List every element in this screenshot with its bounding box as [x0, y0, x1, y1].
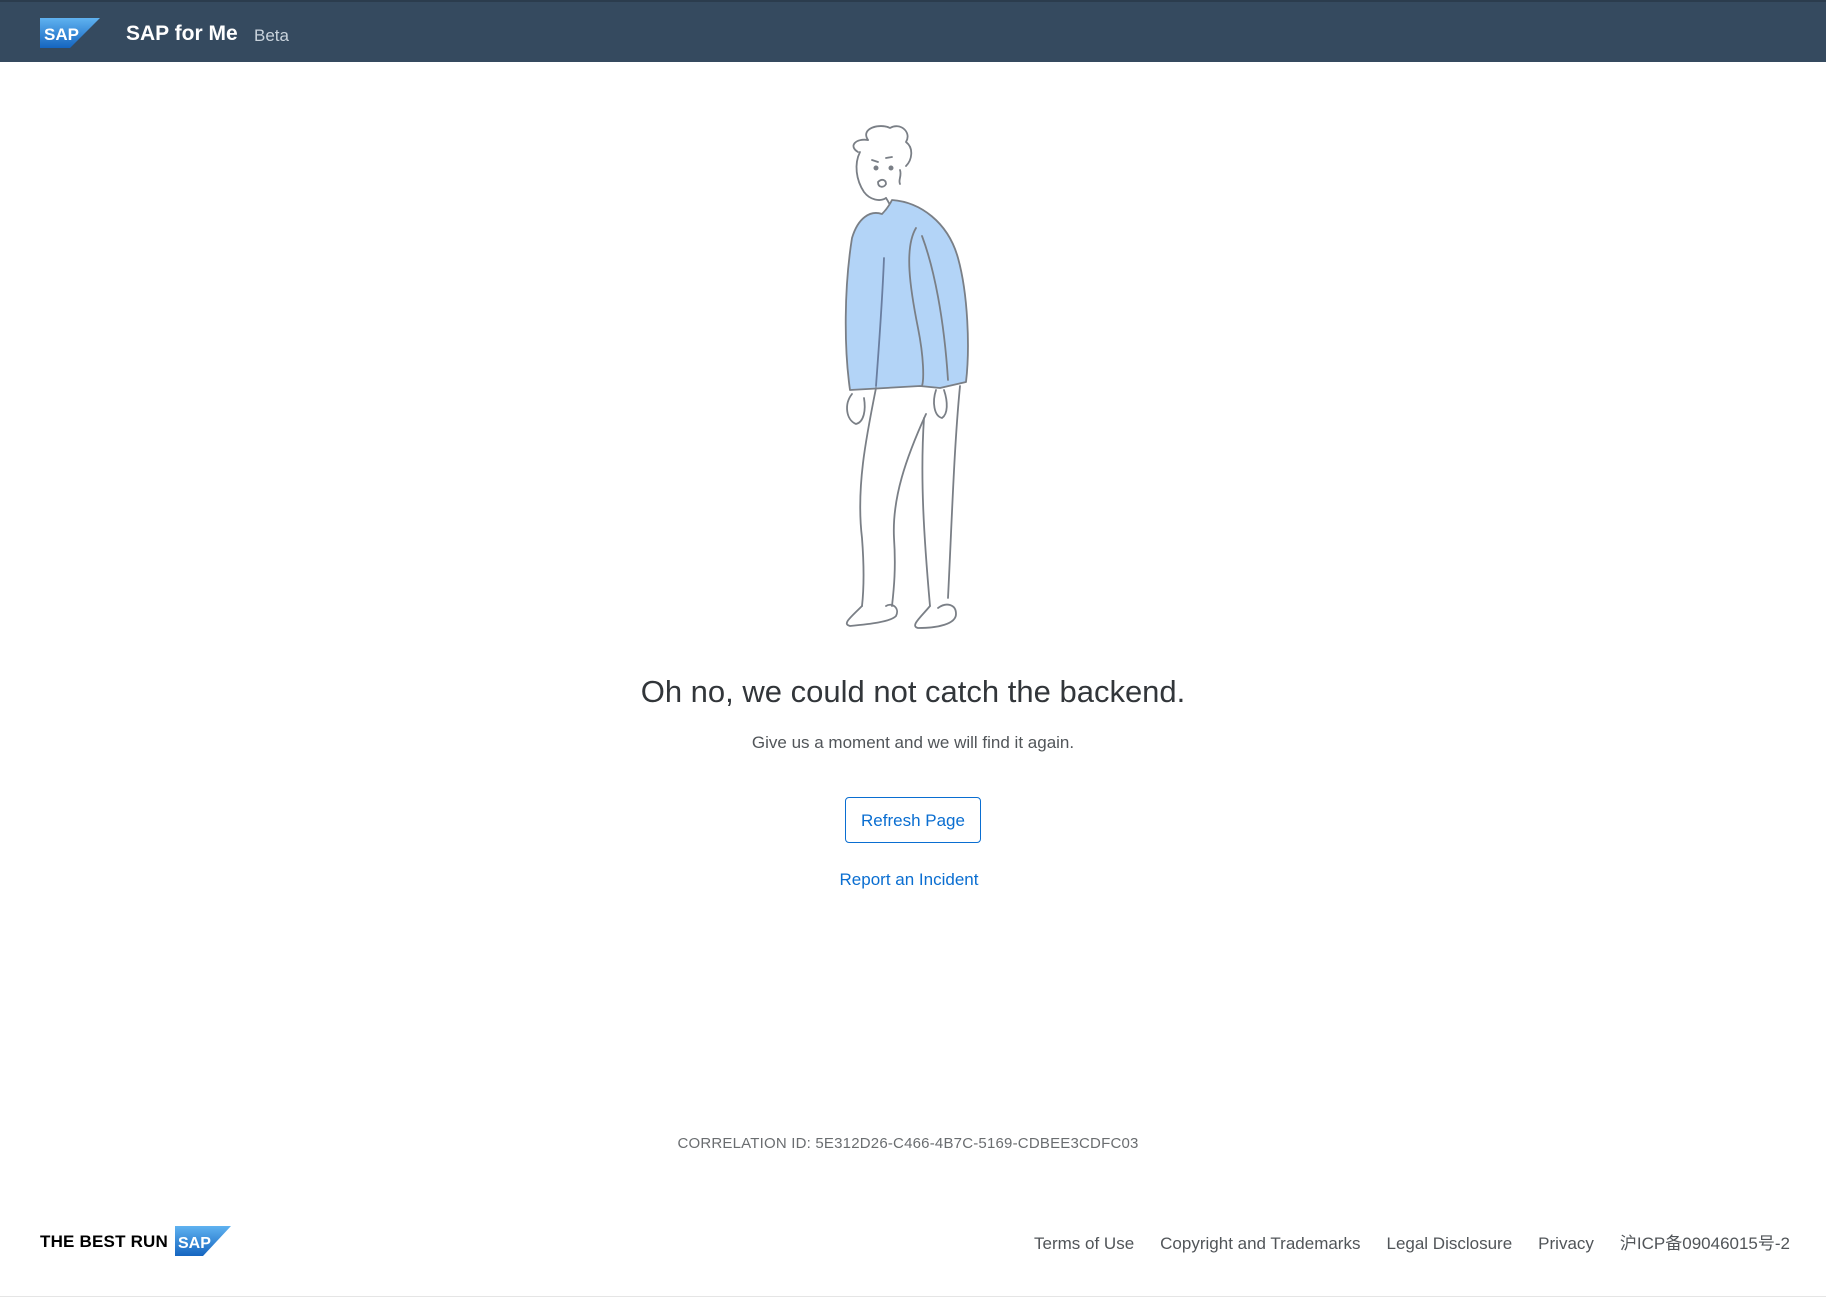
svg-text:SAP: SAP	[178, 1235, 211, 1252]
report-incident-link[interactable]: Report an Incident	[0, 868, 1818, 892]
error-message: Give us a moment and we will find it aga…	[751, 733, 1075, 752]
privacy-link[interactable]: Privacy	[1538, 1232, 1594, 1256]
sap-logo[interactable]: SAP	[40, 18, 100, 48]
footer-tagline: THE BEST RUN	[40, 1232, 169, 1251]
shell-bar: SAP SAP for Me Beta	[0, 0, 1826, 62]
copyright-trademarks-link[interactable]: Copyright and Trademarks	[1160, 1232, 1360, 1256]
error-headline: Oh no, we could not catch the backend.	[640, 674, 1186, 709]
app-title[interactable]: SAP for Me	[126, 21, 238, 47]
footer-links: Terms of Use Copyright and Trademarks Le…	[1034, 1232, 1790, 1256]
sap-footer-logo: SAP	[175, 1226, 231, 1256]
sad-person-illustration	[844, 125, 969, 629]
terms-of-use-link[interactable]: Terms of Use	[1034, 1232, 1134, 1256]
svg-text:SAP: SAP	[44, 25, 79, 44]
refresh-page-button[interactable]: Refresh Page	[845, 797, 981, 843]
correlation-id: CORRELATION ID: 5E312D26-C466-4B7C-5169-…	[677, 1135, 1139, 1152]
legal-disclosure-link[interactable]: Legal Disclosure	[1386, 1232, 1512, 1256]
bottom-divider	[0, 1296, 1826, 1297]
beta-badge: Beta	[254, 26, 289, 45]
icp-license-link[interactable]: 沪ICP备09046015号-2	[1620, 1232, 1790, 1256]
